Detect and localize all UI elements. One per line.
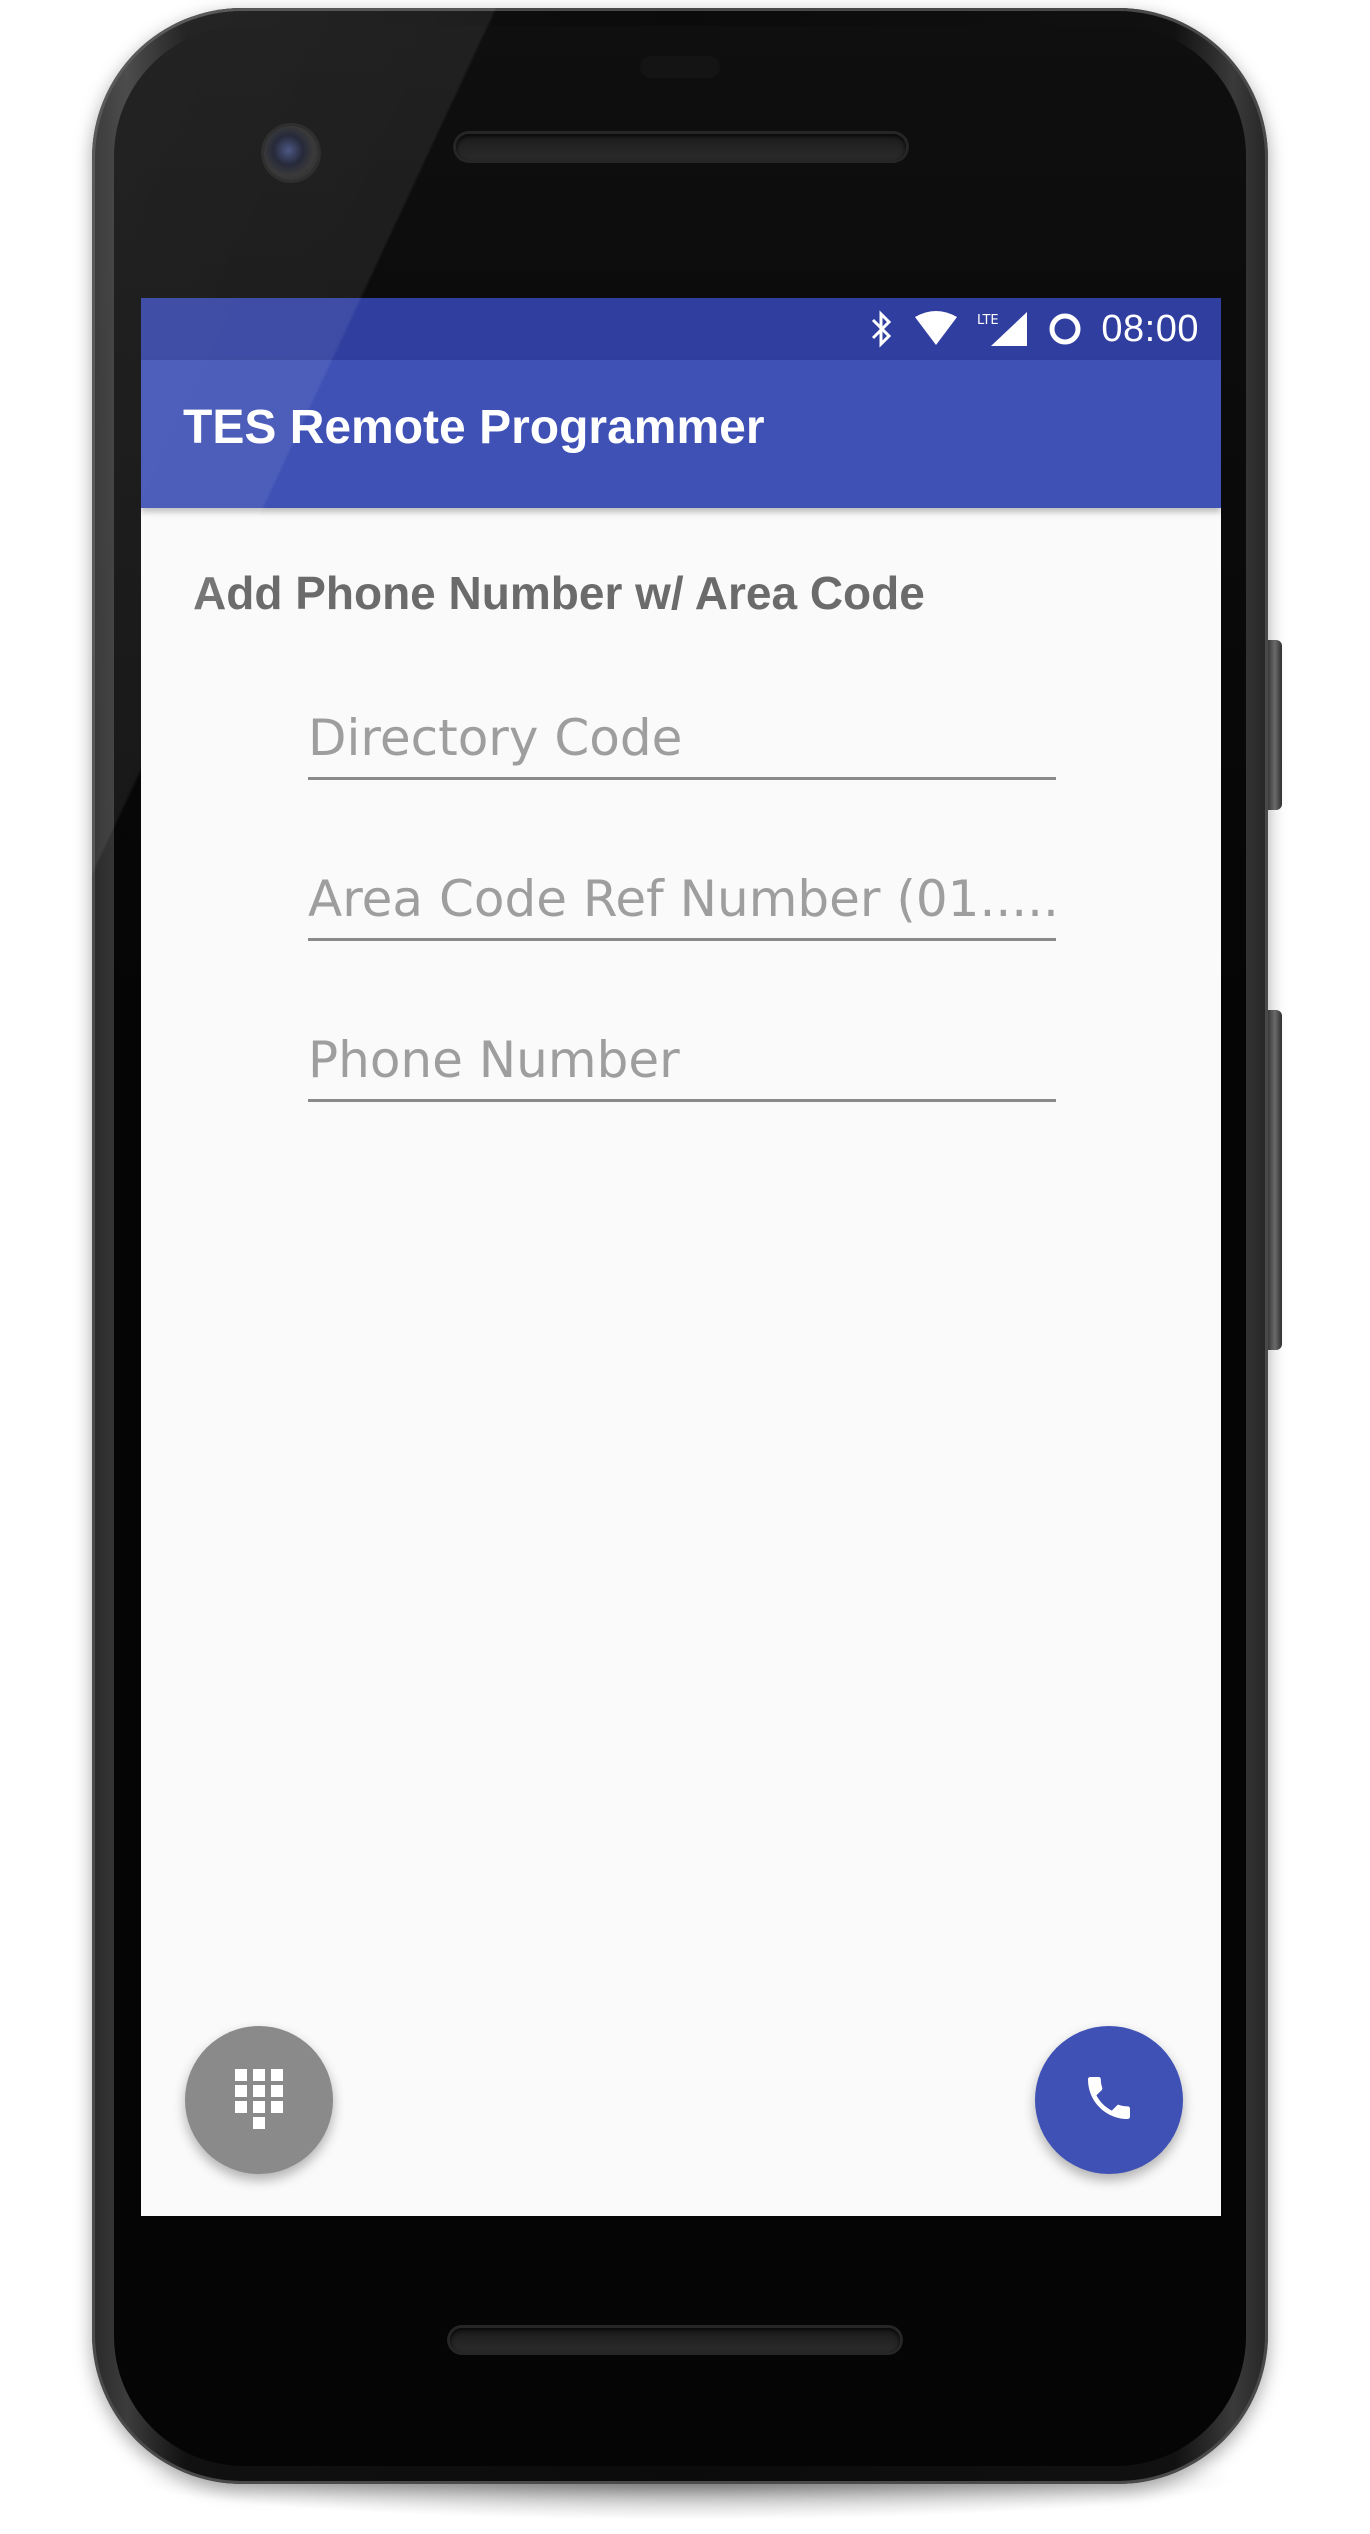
dialpad-button[interactable] [185, 2026, 333, 2174]
wifi-icon [913, 309, 959, 349]
data-saver-icon [1047, 309, 1083, 349]
phone-number-input[interactable] [308, 1031, 1056, 1089]
status-time: 08:00 [1101, 307, 1199, 350]
area-code-ref-field[interactable] [308, 861, 1056, 941]
bottom-speaker [450, 2328, 900, 2352]
proximity-sensor [640, 56, 720, 78]
section-title: Add Phone Number w/ Area Code [193, 567, 925, 619]
dialpad-icon [233, 2067, 285, 2134]
phone-screen: LTE 08:00 TES Remote Programmer Add Phon… [141, 298, 1221, 2216]
volume-button [1268, 1010, 1282, 1350]
status-bar: LTE 08:00 [141, 298, 1221, 360]
earpiece-speaker [456, 134, 906, 160]
app-title: TES Remote Programmer [183, 401, 765, 454]
bluetooth-icon [869, 309, 895, 349]
directory-code-input[interactable] [308, 709, 1056, 767]
call-button[interactable] [1035, 2026, 1183, 2174]
network-label: LTE [977, 313, 999, 328]
directory-code-field[interactable] [308, 700, 1056, 780]
power-button [1268, 640, 1282, 810]
phone-icon [1081, 2070, 1137, 2131]
phone-number-field[interactable] [308, 1022, 1056, 1102]
lte-signal-icon: LTE [977, 309, 1029, 349]
app-bar: TES Remote Programmer [141, 360, 1221, 508]
area-code-ref-input[interactable] [308, 870, 1056, 928]
front-camera [264, 126, 318, 180]
